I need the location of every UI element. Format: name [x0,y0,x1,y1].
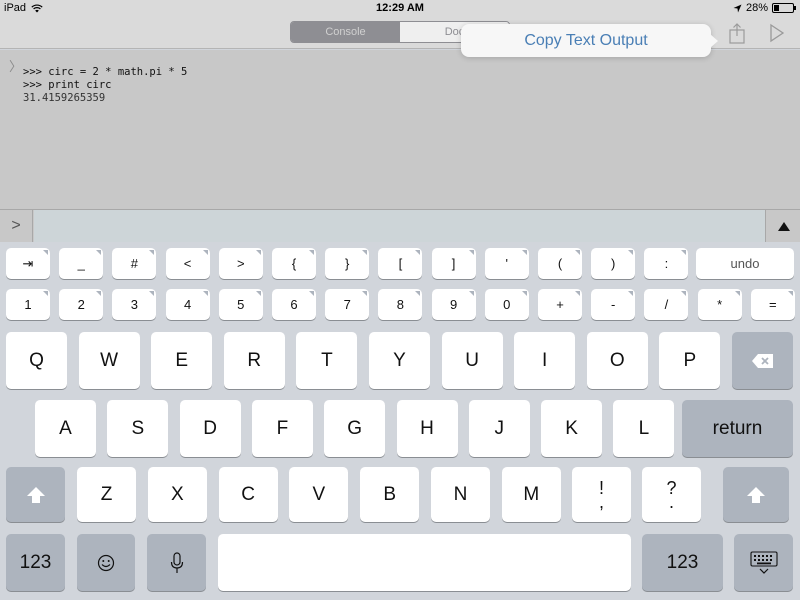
key-symbol[interactable]: # [112,248,157,279]
shift-arrow-icon [26,486,45,503]
key-number[interactable]: / [644,289,689,320]
key-letter[interactable]: Y [369,332,430,389]
key-number[interactable]: 4 [165,289,210,320]
console-line: >>> circ = 2 * math.pi * 5 [23,66,188,78]
shift-arrow-icon [747,486,765,503]
key-number[interactable]: = [750,289,795,320]
key-letter[interactable]: I [514,332,576,389]
key-number[interactable]: 9 [431,289,476,320]
key-question-period[interactable]: ? . [642,467,701,522]
copy-text-output-popover[interactable]: Copy Text Output [461,24,718,57]
key-symbol[interactable]: < [165,248,210,279]
prompt-symbol: > [0,210,33,242]
keyboard-dismiss-icon [749,550,778,574]
key-letter[interactable]: R [223,332,285,389]
key-letter[interactable]: S [107,400,169,457]
delete-key[interactable] [732,332,793,389]
key-symbol[interactable]: ) [591,248,636,279]
key-number[interactable]: 5 [218,289,263,320]
numbers-key-right[interactable]: 123 [642,534,723,591]
command-input[interactable] [34,210,766,242]
key-letter[interactable]: L [613,400,675,457]
key-symbol[interactable]: ] [431,248,476,279]
console-text: >>> circ = 2 * math.pi * 5 >>> print circ… [23,66,187,105]
key-symbol[interactable]: [ [378,248,423,279]
key-number[interactable]: 1 [6,289,50,320]
key-number[interactable]: - [591,289,636,320]
key-symbol[interactable]: : [644,248,689,279]
key-letter[interactable]: F [251,400,313,457]
location-arrow-icon [733,4,742,12]
key-symbol[interactable]: _ [59,248,104,279]
key-symbol[interactable]: ( [538,248,582,279]
key-symbol[interactable]: ' [484,248,529,279]
copy-text-output-label[interactable]: Copy Text Output [524,32,647,50]
key-number[interactable]: + [538,289,582,320]
play-icon[interactable] [768,23,786,43]
key-letter[interactable]: K [541,400,603,457]
battery-percent: 28% [745,2,768,14]
key-letter[interactable]: X [147,467,207,522]
numbers-key-left[interactable]: 123 [6,534,65,591]
key-letter[interactable]: B [360,467,420,522]
on-screen-keyboard: ! , ? . return 123 123 ⇥ _ # < > {} []… [0,242,800,600]
key-letter[interactable]: J [468,400,530,457]
key-letter[interactable]: V [289,467,349,522]
key-letter[interactable]: A [35,400,96,457]
key-exclaim-comma[interactable]: ! , [572,467,631,522]
chevron-right-icon: 〉 [9,59,23,74]
key-number[interactable]: 2 [59,289,104,320]
key-letter[interactable]: E [151,332,213,389]
expand-triangle-icon[interactable] [767,210,800,242]
key-letter[interactable]: Q [6,332,67,389]
key-number[interactable]: 0 [484,289,529,320]
key-letter[interactable]: W [78,332,140,389]
key-letter[interactable]: H [396,400,458,457]
space-bar[interactable] [218,534,631,591]
key-letter[interactable]: N [431,467,490,522]
dictation-key[interactable] [147,534,206,591]
microphone-icon [170,551,183,573]
key-symbol[interactable]: > [218,248,263,279]
emoji-smiley-icon [97,554,115,571]
key-symbol[interactable]: ⇥ [6,248,50,279]
undo-key[interactable]: undo [696,248,794,279]
return-key[interactable]: return [682,400,793,457]
key-letter[interactable]: G [324,400,386,457]
delete-backspace-icon [751,353,773,368]
shift-key-right[interactable] [723,467,789,522]
console-line: 31.4159265359 [23,92,106,104]
clock: 12:29 AM [376,2,424,14]
key-symbol[interactable]: } [325,248,370,279]
key-number[interactable]: 8 [378,289,423,320]
key-number[interactable]: * [697,289,742,320]
key-letter[interactable]: M [501,467,561,522]
status-bar: iPad 12:29 AM 28% [0,0,800,18]
battery-icon [772,3,796,13]
console-line: >>> print circ [23,79,112,91]
key-letter[interactable]: C [218,467,278,522]
key-letter[interactable]: U [441,332,503,389]
segment-console[interactable]: Console [291,22,400,42]
key-number[interactable]: 7 [325,289,370,320]
dismiss-keyboard-key[interactable] [734,534,793,591]
key-number[interactable]: 3 [112,289,157,320]
key-letter[interactable]: Z [77,467,136,522]
key-letter[interactable]: T [296,332,358,389]
share-icon[interactable] [727,22,747,44]
key-symbol[interactable]: { [272,248,316,279]
shift-key-left[interactable] [6,467,65,522]
emoji-key[interactable] [77,534,135,591]
key-letter[interactable]: D [179,400,241,457]
console-output-area[interactable]: 〉 >>> circ = 2 * math.pi * 5 >>> print ci… [0,50,800,209]
input-row: > [0,209,800,242]
key-number[interactable]: 6 [272,289,316,320]
key-letter[interactable]: O [586,332,648,389]
key-letter[interactable]: P [659,332,721,389]
